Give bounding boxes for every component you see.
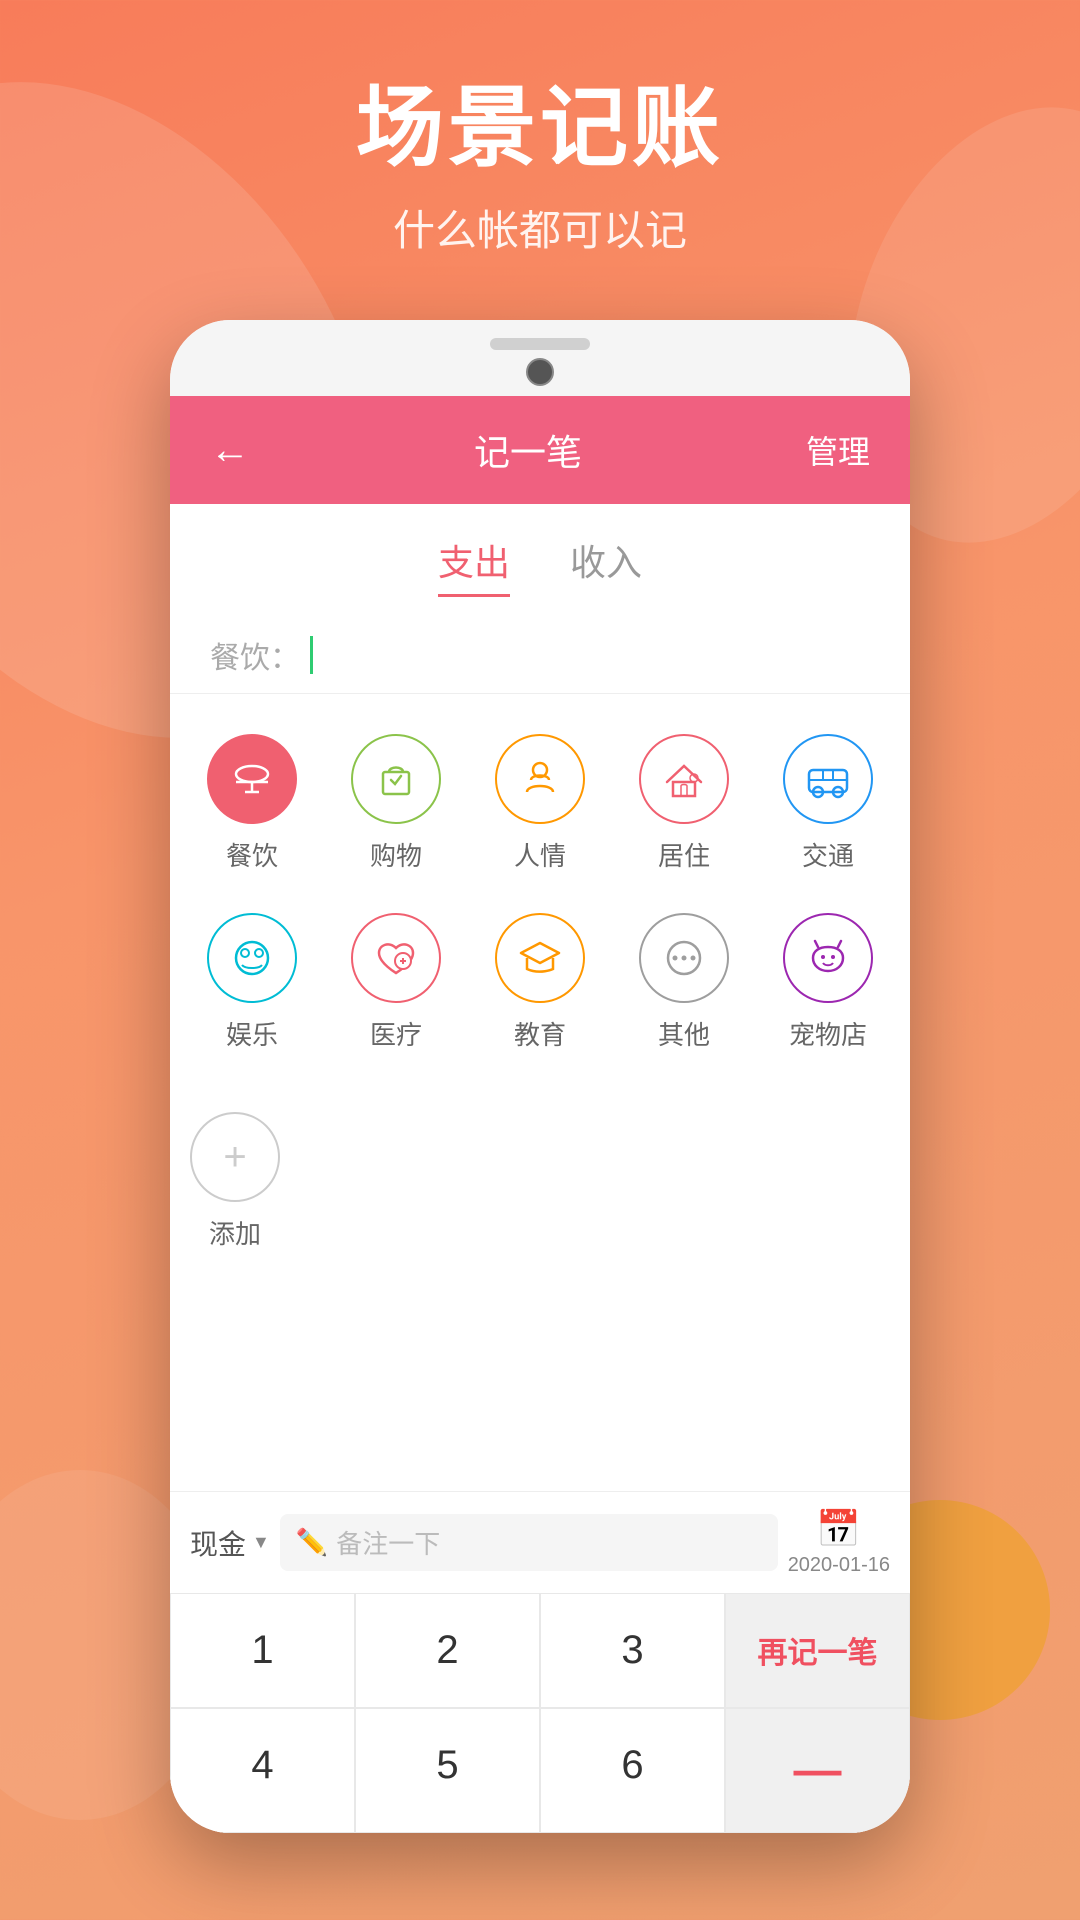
text-cursor (310, 636, 313, 674)
dining-label: 餐饮 (226, 836, 278, 873)
category-item-housing[interactable]: 居住 (612, 714, 756, 893)
empty-space (170, 1291, 910, 1491)
sub-title: 什么帐都可以记 (0, 197, 1080, 258)
relations-label: 人情 (514, 836, 566, 873)
date-display: 2020-01-16 (788, 1554, 890, 1577)
payment-dropdown-arrow: ▼ (252, 1532, 270, 1553)
medical-label: 医疗 (370, 1015, 422, 1052)
relations-icon (495, 734, 585, 824)
app-header: ← 记一笔 管理 (170, 396, 910, 504)
dining-icon (207, 734, 297, 824)
category-item-other[interactable]: 其他 (612, 893, 756, 1072)
education-icon (495, 913, 585, 1003)
numpad-action-again[interactable]: 再记一笔 (725, 1593, 910, 1708)
entertainment-icon (207, 913, 297, 1003)
back-button[interactable]: ← (210, 428, 250, 473)
transport-label: 交通 (802, 836, 854, 873)
housing-icon (639, 734, 729, 824)
numpad-key-1[interactable]: 1 (170, 1593, 355, 1708)
other-icon (639, 913, 729, 1003)
category-item-pet[interactable]: 宠物店 (756, 893, 900, 1072)
main-title: 场景记账 (0, 80, 1080, 177)
education-label: 教育 (514, 1015, 566, 1052)
app-title: 记一笔 (474, 424, 582, 476)
phone-camera-row (526, 358, 554, 386)
pet-icon (783, 913, 873, 1003)
date-selector[interactable]: 📅 2020-01-16 (788, 1508, 890, 1577)
note-placeholder: 备注一下 (336, 1524, 440, 1561)
transport-icon (783, 734, 873, 824)
category-item-dining[interactable]: 餐饮 (180, 714, 324, 893)
category-item-relations[interactable]: 人情 (468, 714, 612, 893)
phone-mockup: ← 记一笔 管理 支出 收入 餐饮： (170, 320, 910, 1833)
calendar-icon: 📅 (816, 1508, 861, 1550)
category-item-education[interactable]: 教育 (468, 893, 612, 1072)
other-label: 其他 (658, 1015, 710, 1052)
payment-method-selector[interactable]: 现金 ▼ (190, 1523, 270, 1563)
housing-label: 居住 (658, 836, 710, 873)
amount-input-area[interactable] (300, 636, 870, 674)
payment-method-label: 现金 (190, 1523, 246, 1563)
numpad-key-4[interactable]: 4 (170, 1708, 355, 1833)
header-area: 场景记账 什么帐都可以记 (0, 0, 1080, 258)
note-edit-icon: ✏️ (296, 1527, 328, 1558)
category-item-transport[interactable]: 交通 (756, 714, 900, 893)
shopping-icon (351, 734, 441, 824)
numpad-key-6[interactable]: 6 (540, 1708, 725, 1833)
entertainment-label: 娱乐 (226, 1015, 278, 1052)
shopping-label: 购物 (370, 836, 422, 873)
numpad: 1 2 3 再记一笔 4 5 6 — (170, 1593, 910, 1833)
manage-button[interactable]: 管理 (806, 427, 870, 473)
category-item-medical[interactable]: 医疗 (324, 893, 468, 1072)
category-prefix: 餐饮： (210, 633, 300, 677)
tab-row: 支出 收入 (170, 504, 910, 617)
footer-bar: 现金 ▼ ✏️ 备注一下 📅 2020-01-16 (170, 1491, 910, 1593)
medical-icon (351, 913, 441, 1003)
add-category-item[interactable]: + 添加 (180, 1092, 290, 1271)
amount-input-row: 餐饮： (170, 617, 910, 694)
category-item-shopping[interactable]: 购物 (324, 714, 468, 893)
numpad-action-delete[interactable]: — (725, 1708, 910, 1833)
note-input[interactable]: ✏️ 备注一下 (280, 1514, 778, 1571)
numpad-key-3[interactable]: 3 (540, 1593, 725, 1708)
add-category-icon: + (190, 1112, 280, 1202)
add-category-label: 添加 (209, 1214, 261, 1251)
numpad-key-5[interactable]: 5 (355, 1708, 540, 1833)
phone-speaker (490, 338, 590, 350)
category-item-entertainment[interactable]: 娱乐 (180, 893, 324, 1072)
pet-label: 宠物店 (789, 1015, 867, 1052)
numpad-key-2[interactable]: 2 (355, 1593, 540, 1708)
category-grid: 餐饮 购物 (170, 694, 910, 1092)
app-content: 支出 收入 餐饮： (170, 504, 910, 1833)
phone-top-bar (170, 320, 910, 396)
phone-camera (526, 358, 554, 386)
tab-income[interactable]: 收入 (570, 534, 642, 597)
tab-expense[interactable]: 支出 (438, 534, 510, 597)
